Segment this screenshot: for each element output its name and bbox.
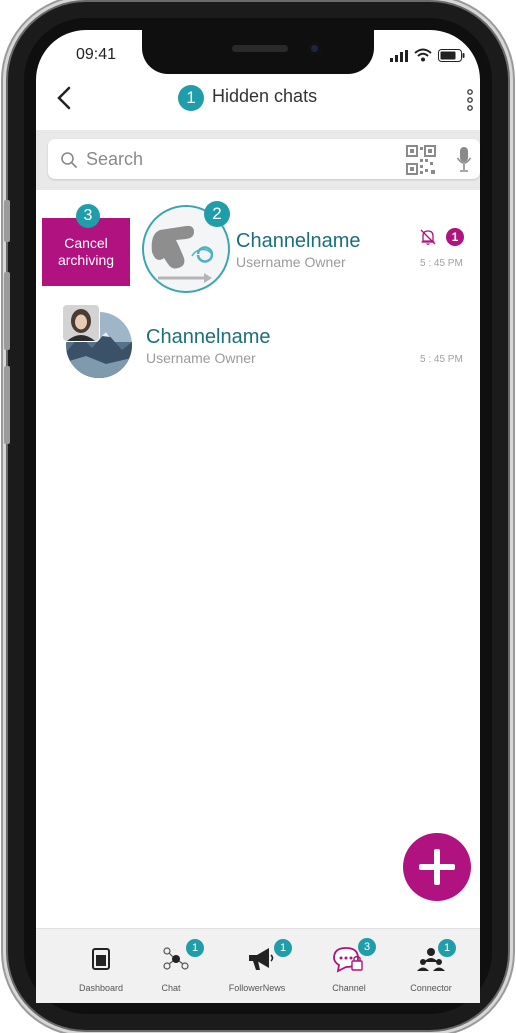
followernews-badge: 1 xyxy=(274,939,292,957)
chat-subtitle: Username Owner xyxy=(146,350,256,366)
chat-subtitle: Username Owner xyxy=(236,254,346,270)
back-arrow-icon[interactable] xyxy=(56,86,72,110)
muted-bell-icon xyxy=(420,229,436,245)
notch xyxy=(142,30,374,74)
status-time: 09:41 xyxy=(76,46,117,63)
speaker xyxy=(232,45,288,52)
phone-side-button xyxy=(4,366,10,444)
cancel-archiving-label: Cancel archiving xyxy=(42,235,130,269)
annotation-badge-1: 1 xyxy=(178,85,204,111)
annotation-badge-3: 3 xyxy=(76,204,100,228)
channel-badge: 3 xyxy=(358,938,376,956)
battery-icon xyxy=(438,49,465,62)
plus-icon xyxy=(434,849,440,885)
page-title: Hidden chats xyxy=(212,86,318,106)
front-camera xyxy=(308,42,321,55)
nav-label-chat: Chat xyxy=(161,983,181,993)
qr-code-icon[interactable] xyxy=(406,145,436,175)
chat-time: 5 : 45 PM xyxy=(420,258,463,269)
nav-label-connector: Connector xyxy=(410,983,452,993)
annotation-badge-2: 2 xyxy=(204,201,230,227)
unread-count-badge: 1 xyxy=(446,228,464,246)
chat-time: 5 : 45 PM xyxy=(420,354,463,365)
chat-badge: 1 xyxy=(186,939,204,957)
search-icon xyxy=(61,152,77,168)
nav-label-followernews: FollowerNews xyxy=(228,983,286,993)
wifi-icon xyxy=(414,48,432,62)
cancel-archiving-line1: Cancel xyxy=(64,235,108,251)
chat-name: Channelname xyxy=(146,326,271,348)
phone-side-button xyxy=(4,200,10,242)
megaphone-icon xyxy=(249,948,274,970)
microphone-icon[interactable] xyxy=(456,146,472,174)
signal-icon xyxy=(390,50,408,62)
phone-side-button xyxy=(4,272,10,350)
nav-label-channel: Channel xyxy=(332,983,366,993)
chat-name: Channelname xyxy=(236,230,361,252)
cancel-archiving-line2: archiving xyxy=(57,252,115,268)
more-vertical-icon[interactable] xyxy=(466,88,474,112)
search-placeholder: Search xyxy=(86,149,144,169)
dashboard-icon xyxy=(92,948,110,970)
owner-thumbnail xyxy=(62,304,100,342)
connector-badge: 1 xyxy=(438,939,456,957)
